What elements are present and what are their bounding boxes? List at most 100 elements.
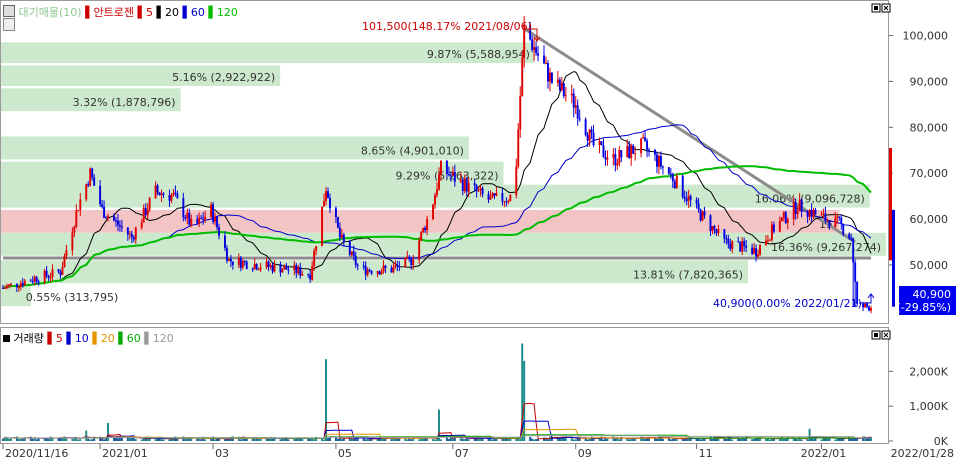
candle-body bbox=[576, 105, 579, 119]
legend-item-ma5[interactable]: 5 bbox=[146, 6, 153, 19]
stock-chart: 9.87% (5,588,954) 5.16% (2,922,922) 3.32% … bbox=[0, 0, 956, 460]
legend-item-ma120[interactable]: 120 bbox=[217, 6, 238, 19]
candle-body bbox=[170, 195, 173, 201]
candle-body bbox=[838, 216, 841, 218]
legend-item-volume[interactable]: 거래량 bbox=[14, 332, 44, 345]
candle-body bbox=[323, 200, 326, 207]
volume-bar bbox=[812, 438, 815, 441]
candle-body bbox=[174, 192, 177, 194]
candle-body bbox=[820, 214, 823, 216]
volume-bar bbox=[535, 439, 538, 441]
candle-body bbox=[5, 285, 8, 288]
candle-body bbox=[63, 256, 66, 268]
legend-item-vol20[interactable]: 20 bbox=[101, 332, 115, 345]
volume-bar bbox=[426, 438, 429, 441]
candle-body bbox=[210, 204, 213, 217]
candle-body bbox=[759, 244, 761, 255]
legend-item-vol60[interactable]: 60 bbox=[127, 332, 141, 345]
candle-body bbox=[743, 241, 746, 246]
panel-label-icon[interactable] bbox=[3, 18, 15, 31]
candle-body bbox=[800, 199, 803, 212]
volume-bar bbox=[461, 438, 464, 441]
candle-body bbox=[130, 233, 133, 238]
candle-body bbox=[85, 183, 88, 200]
candle-body bbox=[116, 220, 119, 226]
candle-body bbox=[453, 172, 456, 182]
volume-bar bbox=[271, 438, 274, 441]
candle-body bbox=[352, 251, 355, 257]
candle-body bbox=[646, 140, 649, 150]
volume-bar bbox=[515, 439, 518, 441]
candle-body bbox=[533, 47, 536, 50]
candle-body bbox=[685, 198, 688, 201]
volume-bar bbox=[390, 439, 393, 441]
candle-body bbox=[850, 238, 853, 240]
volume-bar bbox=[225, 439, 228, 441]
candle-body bbox=[808, 210, 811, 217]
candle-body bbox=[709, 215, 712, 231]
candle-body bbox=[521, 57, 524, 97]
candle-body bbox=[162, 193, 165, 195]
volume-bar bbox=[340, 439, 343, 441]
volume-bar bbox=[293, 438, 296, 441]
volume-bar bbox=[418, 439, 421, 441]
volume-bar bbox=[321, 439, 324, 441]
candle-body bbox=[673, 181, 676, 188]
candle-body bbox=[755, 248, 758, 257]
candle-body bbox=[253, 264, 256, 270]
volume-bar bbox=[439, 439, 442, 441]
price-legend: 대기매물(10) ▌안트로젠 ▌5 ▌20 ▌60 ▌120 bbox=[3, 4, 238, 20]
volume-bar bbox=[307, 438, 310, 441]
candle-body bbox=[753, 248, 756, 254]
candle-body bbox=[467, 183, 470, 192]
legend-item-vol5[interactable]: 5 bbox=[56, 332, 63, 345]
candle-body bbox=[667, 167, 670, 174]
candle-body bbox=[535, 47, 538, 54]
candle-body bbox=[313, 250, 316, 267]
candle-body bbox=[810, 210, 813, 217]
candle-body bbox=[772, 224, 775, 232]
volume-bar bbox=[336, 438, 339, 441]
candle-body bbox=[657, 156, 660, 167]
volume-bar bbox=[313, 439, 316, 441]
volume-bar bbox=[91, 439, 94, 441]
volume-bar bbox=[687, 438, 690, 441]
candle-body bbox=[854, 262, 857, 282]
legend-item-stock[interactable]: 안트로젠 bbox=[94, 6, 134, 19]
volume-bar bbox=[618, 439, 621, 441]
candle-body bbox=[35, 277, 38, 282]
profile-label: 3.32% (1,878,796) bbox=[73, 96, 176, 109]
profile-label: 13.81% (7,820,365) bbox=[633, 268, 743, 281]
legend-item-vol120[interactable]: 120 bbox=[153, 332, 174, 345]
legend-item-ma20[interactable]: 20 bbox=[165, 6, 179, 19]
volume-bar bbox=[134, 439, 137, 441]
candle-body bbox=[463, 179, 466, 191]
candle-body bbox=[259, 267, 262, 270]
candle-body bbox=[366, 269, 369, 275]
candle-body bbox=[31, 280, 34, 282]
candle-body bbox=[620, 150, 623, 158]
candle-body bbox=[584, 119, 587, 136]
candle-body bbox=[101, 204, 104, 207]
candle-body bbox=[299, 267, 302, 276]
volume-bar bbox=[334, 437, 337, 441]
legend-settings-icon[interactable] bbox=[3, 5, 15, 17]
volume-bar bbox=[630, 439, 633, 441]
candle-body bbox=[105, 217, 108, 219]
volume-bar bbox=[160, 439, 163, 441]
legend-item-vol10[interactable]: 10 bbox=[75, 332, 89, 345]
candle-body bbox=[229, 258, 232, 262]
candle-body bbox=[558, 79, 561, 90]
candle-body bbox=[231, 261, 234, 265]
y-tick-label: 90,000 bbox=[910, 75, 949, 88]
candle-body bbox=[394, 265, 397, 268]
legend-item-ma60[interactable]: 60 bbox=[191, 6, 205, 19]
candle-body bbox=[780, 217, 783, 222]
legend-item-profile[interactable]: 대기매물(10) bbox=[19, 6, 82, 19]
volume-bar bbox=[49, 436, 52, 441]
volume-bar bbox=[218, 438, 220, 441]
x-tick-label: 09 bbox=[578, 447, 592, 460]
volume-bar bbox=[267, 438, 270, 441]
volume-bar bbox=[103, 439, 106, 441]
candle-body bbox=[285, 266, 288, 270]
